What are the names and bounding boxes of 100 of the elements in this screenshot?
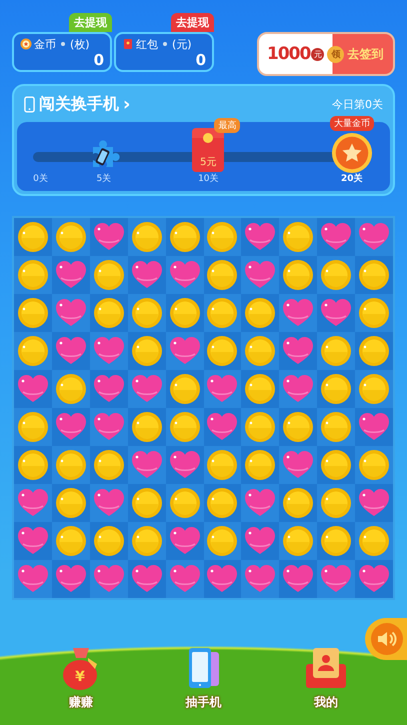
heart-icon[interactable]	[320, 563, 352, 595]
heart-icon[interactable]	[244, 259, 276, 291]
coin-icon[interactable]	[282, 525, 314, 557]
heart-icon[interactable]	[206, 563, 238, 595]
coin-icon[interactable]	[16, 259, 49, 291]
coin-icon[interactable]	[358, 259, 390, 291]
heart-icon[interactable]	[358, 411, 390, 443]
heart-icon[interactable]	[358, 487, 390, 519]
coin-icon[interactable]	[92, 525, 125, 557]
coin-icon[interactable]	[358, 449, 390, 481]
coin-icon[interactable]	[130, 335, 163, 367]
coin-icon[interactable]	[54, 449, 87, 481]
coin-icon[interactable]	[168, 411, 201, 443]
coin-icon[interactable]	[282, 411, 314, 443]
coin-icon[interactable]	[282, 221, 314, 253]
heart-icon[interactable]	[244, 487, 276, 519]
wallet-card[interactable]: 金币 (枚) 0	[12, 32, 112, 72]
coin-icon[interactable]	[320, 487, 352, 519]
heart-icon[interactable]	[358, 563, 390, 595]
nav-tab[interactable]: ¥ 赚赚	[57, 644, 106, 711]
coin-icon[interactable]	[358, 525, 390, 557]
coin-icon[interactable]	[130, 297, 163, 329]
coin-icon[interactable]	[130, 221, 163, 253]
chevron-icon[interactable]: ›	[123, 94, 130, 114]
coin-icon[interactable]	[244, 411, 276, 443]
heart-icon[interactable]	[92, 335, 125, 367]
coin-icon[interactable]	[130, 525, 163, 557]
coin-icon[interactable]	[54, 221, 87, 253]
wallet-card[interactable]: 红包 (元) 0	[114, 32, 214, 72]
heart-icon[interactable]	[168, 525, 201, 557]
heart-icon[interactable]	[130, 563, 163, 595]
coin-icon[interactable]	[358, 297, 390, 329]
heart-icon[interactable]	[282, 297, 314, 329]
heart-icon[interactable]	[358, 221, 390, 253]
coin-icon[interactable]	[206, 449, 238, 481]
heart-icon[interactable]	[92, 563, 125, 595]
nav-tab[interactable]: 我的	[302, 644, 350, 711]
coin-icon[interactable]	[206, 221, 238, 253]
heart-icon[interactable]	[54, 563, 87, 595]
coin-icon[interactable]	[358, 373, 390, 405]
coin-icon[interactable]	[282, 487, 314, 519]
sound-button[interactable]	[365, 618, 407, 660]
heart-icon[interactable]	[206, 373, 238, 405]
withdraw-badge[interactable]: 去提现	[69, 13, 112, 32]
coin-icon[interactable]	[206, 335, 238, 367]
heart-icon[interactable]	[130, 259, 163, 291]
coin-icon[interactable]	[168, 297, 201, 329]
coin-icon[interactable]	[320, 373, 352, 405]
coin-icon[interactable]	[282, 259, 314, 291]
coin-icon[interactable]	[168, 373, 201, 405]
coin-icon[interactable]	[92, 259, 125, 291]
coin-icon[interactable]	[16, 221, 49, 253]
coin-icon[interactable]	[130, 411, 163, 443]
heart-icon[interactable]	[244, 525, 276, 557]
heart-icon[interactable]	[92, 221, 125, 253]
coin-icon[interactable]	[206, 297, 238, 329]
coin-icon[interactable]	[244, 297, 276, 329]
coin-icon[interactable]	[130, 487, 163, 519]
heart-icon[interactable]	[16, 563, 49, 595]
heart-icon[interactable]	[282, 563, 314, 595]
coin-icon[interactable]	[320, 259, 352, 291]
heart-icon[interactable]	[130, 373, 163, 405]
coin-icon[interactable]	[244, 373, 276, 405]
heart-icon[interactable]	[54, 297, 87, 329]
heart-icon[interactable]	[54, 259, 87, 291]
heart-icon[interactable]	[282, 373, 314, 405]
coin-icon[interactable]	[320, 525, 352, 557]
coin-icon[interactable]	[92, 297, 125, 329]
heart-icon[interactable]	[168, 259, 201, 291]
coin-icon[interactable]	[16, 449, 49, 481]
heart-icon[interactable]	[168, 335, 201, 367]
coin-icon[interactable]	[16, 411, 49, 443]
withdraw-badge[interactable]: 去提现	[171, 13, 214, 32]
coin-icon[interactable]	[168, 221, 201, 253]
progress-title[interactable]: 闯关换手机	[39, 94, 119, 114]
heart-icon[interactable]	[92, 373, 125, 405]
coin-icon[interactable]	[54, 373, 87, 405]
coin-icon[interactable]	[320, 411, 352, 443]
coin-icon[interactable]	[92, 449, 125, 481]
coin-icon[interactable]	[320, 449, 352, 481]
coin-icon[interactable]	[206, 259, 238, 291]
heart-icon[interactable]	[54, 335, 87, 367]
coin-icon[interactable]	[320, 335, 352, 367]
heart-icon[interactable]	[16, 487, 49, 519]
coin-icon[interactable]	[244, 449, 276, 481]
coin-icon[interactable]	[206, 525, 238, 557]
heart-icon[interactable]	[320, 297, 352, 329]
heart-icon[interactable]	[130, 449, 163, 481]
coin-icon[interactable]	[358, 335, 390, 367]
heart-icon[interactable]	[54, 411, 87, 443]
heart-icon[interactable]	[244, 221, 276, 253]
heart-icon[interactable]	[92, 411, 125, 443]
heart-icon[interactable]	[244, 563, 276, 595]
coin-icon[interactable]	[168, 487, 201, 519]
coin-icon[interactable]	[54, 487, 87, 519]
coin-icon[interactable]	[16, 335, 49, 367]
nav-tab[interactable]: 抽手机	[179, 644, 228, 711]
heart-icon[interactable]	[320, 221, 352, 253]
heart-icon[interactable]	[206, 411, 238, 443]
coin-icon[interactable]	[16, 297, 49, 329]
